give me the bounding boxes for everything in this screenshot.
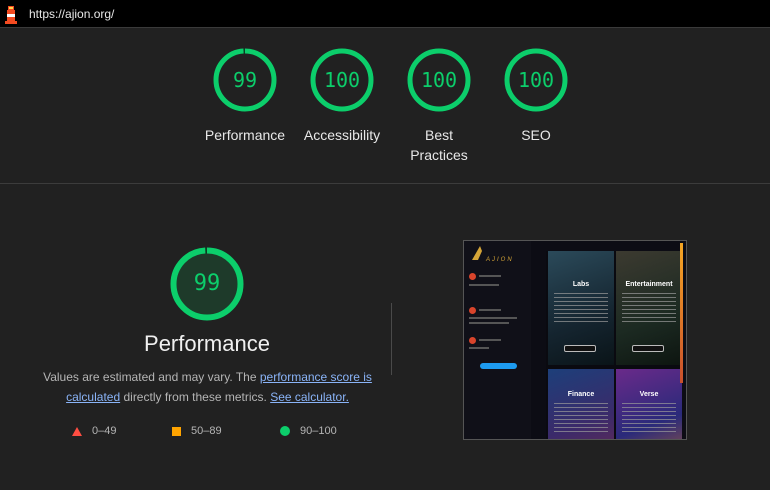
see-calculator-link[interactable]: See calculator. — [270, 390, 349, 404]
gauge-label: Best Practices — [410, 127, 468, 163]
tile-title: Entertainment — [625, 281, 673, 288]
legend-fail: 0–49 — [72, 425, 116, 437]
thumbnail-tiles: Labs Entertainment Finance Verse — [546, 251, 682, 439]
text-line — [479, 339, 501, 341]
tile-labs: Labs — [548, 251, 614, 365]
top-bar: https://ajion.org/ — [0, 0, 770, 28]
tile-entertainment: Entertainment — [616, 251, 682, 365]
description-text: directly from these metrics. — [120, 390, 271, 404]
legend-label: 0–49 — [92, 425, 117, 437]
thumbnail-button — [480, 363, 517, 369]
tile-text — [554, 403, 608, 433]
gauge-score: 100 — [323, 68, 361, 92]
legend-pass: 90–100 — [280, 425, 337, 437]
text-line — [469, 322, 509, 324]
tile-title: Verse — [639, 391, 659, 398]
performance-score: 99 — [193, 271, 221, 296]
gauge-score: 100 — [517, 68, 555, 92]
tile-text — [554, 293, 608, 323]
tile-text — [622, 403, 676, 433]
thumbnail-sidebar: AJION — [464, 241, 531, 439]
gauge-label: Performance — [204, 127, 286, 143]
tile-title: Finance — [567, 391, 595, 398]
score-legend: 0–49 50–89 90–100 — [0, 425, 400, 441]
avatar — [469, 273, 476, 280]
tile-verse: Verse — [616, 369, 682, 439]
text-line — [469, 347, 489, 349]
thumbnail-post — [469, 307, 527, 329]
thumbnail-brand: AJION — [486, 257, 514, 263]
vertical-divider — [391, 303, 392, 375]
tile-title: Labs — [572, 281, 590, 288]
legend-label: 50–89 — [191, 425, 222, 437]
gauge-score: 100 — [420, 68, 458, 92]
circle-icon — [280, 426, 290, 436]
gauge-label: Accessibility — [303, 127, 381, 143]
tile-button — [564, 345, 596, 352]
text-line — [479, 275, 501, 277]
lighthouse-icon — [5, 6, 17, 24]
triangle-icon — [72, 426, 82, 436]
text-line — [469, 284, 499, 286]
text-line — [479, 309, 501, 311]
square-icon — [172, 426, 181, 436]
avatar — [469, 337, 476, 344]
tile-text — [622, 293, 676, 323]
gauge-label: SEO — [521, 127, 551, 143]
description-text: Values are estimated and may vary. The — [43, 370, 260, 384]
legend-average: 50–89 — [172, 425, 222, 437]
thumbnail-post — [469, 273, 527, 295]
final-screenshot-thumbnail[interactable]: AJION Labs Entertainment Finance Verse — [463, 240, 687, 440]
gauge-score: 99 — [232, 68, 258, 92]
avatar — [469, 307, 476, 314]
section-divider — [0, 183, 770, 184]
performance-title: Performance — [144, 331, 270, 356]
page-url[interactable]: https://ajion.org/ — [29, 7, 114, 21]
thumbnail-scrollbar — [680, 243, 683, 383]
performance-description: Values are estimated and may vary. The p… — [40, 367, 375, 407]
thumbnail-post — [469, 337, 527, 359]
legend-label: 90–100 — [300, 425, 337, 437]
text-line — [469, 317, 517, 319]
tile-finance: Finance — [548, 369, 614, 439]
tile-button — [632, 345, 664, 352]
